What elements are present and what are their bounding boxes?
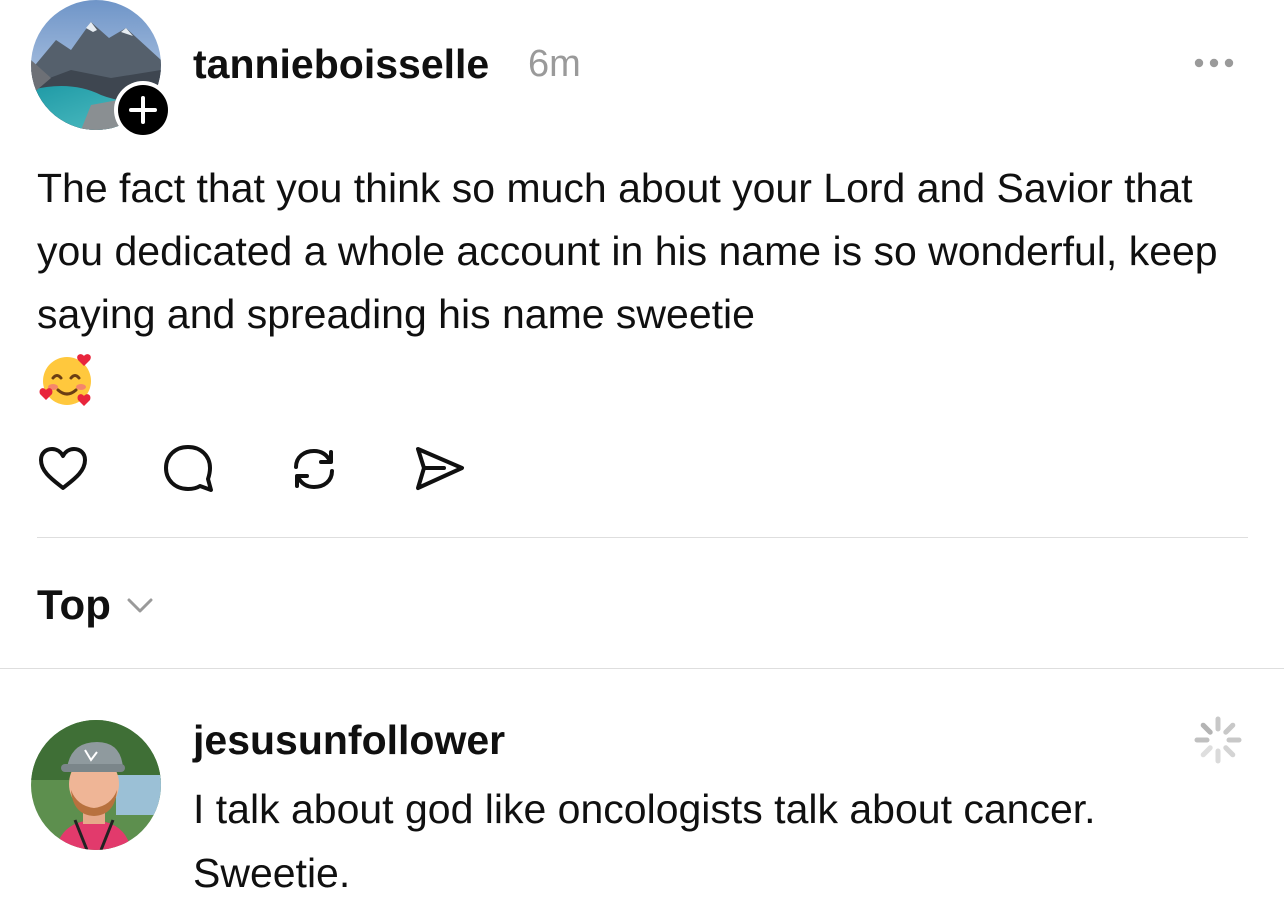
smiling-face-with-hearts-icon [38, 350, 96, 408]
loading-spinner-icon [1192, 714, 1244, 766]
repost-icon [294, 448, 334, 490]
sort-dropdown[interactable]: Top [37, 579, 157, 631]
follow-button[interactable] [114, 81, 172, 139]
divider [37, 537, 1248, 538]
author-username[interactable]: tannieboisselle [193, 40, 489, 88]
more-dots-icon [1194, 58, 1234, 68]
chevron-down-icon [127, 598, 153, 613]
plus-icon [129, 96, 157, 124]
like-button[interactable] [35, 441, 91, 497]
reply-button[interactable] [160, 441, 216, 497]
reply-username[interactable]: jesusunfollower [193, 714, 505, 766]
share-button[interactable] [410, 441, 466, 497]
reply-author-avatar[interactable] [31, 720, 161, 850]
send-icon [416, 447, 464, 490]
reply-text: I talk about god like oncologists talk a… [193, 786, 1096, 896]
repost-button[interactable] [286, 441, 342, 497]
post-text: The fact that you think so much about yo… [37, 165, 1218, 337]
sort-label: Top [37, 581, 111, 628]
heart-icon [39, 447, 87, 490]
post-timestamp: 6m [528, 43, 581, 85]
person-avatar-image [31, 720, 161, 850]
divider [0, 668, 1284, 669]
comment-icon [164, 445, 213, 492]
more-options-button[interactable] [1190, 52, 1238, 74]
